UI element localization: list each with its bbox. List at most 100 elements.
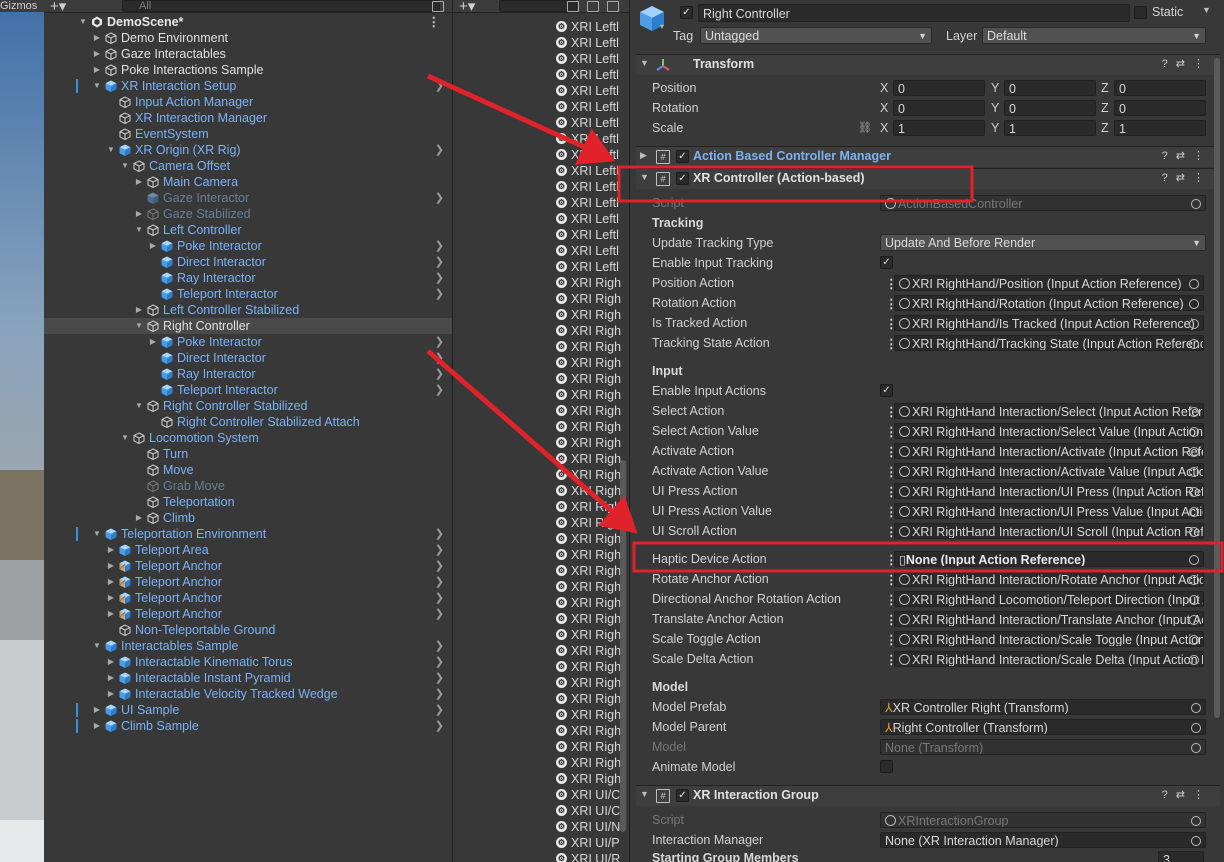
model-prefab-field[interactable]: ⅄XR Controller Right (Transform) — [880, 699, 1206, 715]
expand-down-arrow-icon[interactable]: ▼ — [92, 638, 102, 654]
action-reference-field[interactable]: XRI RightHand Interaction/Scale Toggle (… — [894, 631, 1204, 647]
project-asset-item[interactable]: ⚙ XRI Righ — [453, 355, 629, 371]
project-asset-item[interactable]: ⚙ XRI Righ — [453, 371, 629, 387]
filter-label-icon[interactable] — [587, 1, 599, 12]
enable-input-actions-checkbox[interactable]: ✓ — [880, 384, 893, 397]
expand-right-arrow-icon[interactable]: ▶ — [134, 302, 144, 318]
axis-label[interactable]: Z — [1101, 121, 1109, 135]
open-prefab-chevron-icon[interactable]: ❯ — [435, 286, 444, 302]
expand-right-arrow-icon[interactable]: ▶ — [134, 174, 144, 190]
hierarchy-item[interactable]: ▶ Left Controller Stabilized — [44, 302, 452, 318]
hierarchy-item[interactable]: ▼ Left Controller — [44, 222, 452, 238]
axis-label[interactable]: X — [880, 121, 888, 135]
expand-right-arrow-icon[interactable]: ▶ — [106, 654, 116, 670]
xr-controller-header[interactable]: ▼ # ✓ XR Controller (Action-based) ?⇄⋮ — [636, 168, 1220, 189]
expand-right-arrow-icon[interactable]: ▶ — [148, 334, 158, 350]
favorite-icon[interactable] — [607, 1, 619, 12]
hierarchy-item[interactable]: ▶ Teleport Anchor ❯ — [44, 590, 452, 606]
project-asset-item[interactable]: ⚙ XRI Righ — [453, 499, 629, 515]
project-asset-item[interactable]: ⚙ XRI Righ — [453, 723, 629, 739]
open-prefab-chevron-icon[interactable]: ❯ — [435, 718, 444, 734]
scale-z-field[interactable]: 1 — [1114, 120, 1206, 136]
expand-down-arrow-icon[interactable]: ▼ — [92, 78, 102, 94]
hierarchy-item[interactable]: ▼ Locomotion System — [44, 430, 452, 446]
project-asset-item[interactable]: ⚙ XRI Leftl — [453, 99, 629, 115]
tag-dropdown[interactable]: Untagged ▼ — [700, 27, 932, 44]
object-picker-icon[interactable] — [1189, 635, 1199, 645]
action-reference-field[interactable]: XRI RightHand/Tracking State (Input Acti… — [894, 335, 1204, 351]
expand-right-arrow-icon[interactable]: ▶ — [106, 590, 116, 606]
axis-label[interactable]: Y — [991, 121, 999, 135]
animate-model-checkbox[interactable] — [880, 760, 893, 773]
hierarchy-item[interactable]: ▶ Gaze Stabilized — [44, 206, 452, 222]
static-checkbox[interactable] — [1134, 6, 1147, 19]
hierarchy-item[interactable]: Direct Interactor ❯ — [44, 350, 452, 366]
project-asset-item[interactable]: ⚙ XRI Leftl — [453, 243, 629, 259]
static-dropdown-icon[interactable]: ▼ — [1202, 5, 1211, 15]
project-search-input[interactable] — [499, 0, 577, 12]
lock-icon[interactable] — [432, 1, 444, 12]
expand-right-arrow-icon[interactable]: ▶ — [92, 46, 102, 62]
project-asset-item[interactable]: ⚙ XRI Righ — [453, 403, 629, 419]
project-asset-item[interactable]: ⚙ XRI Leftl — [453, 35, 629, 51]
project-asset-item[interactable]: ⚙ XRI Leftl — [453, 83, 629, 99]
project-asset-item[interactable]: ⚙ XRI UI/C — [453, 803, 629, 819]
action-reference-field[interactable]: XRI RightHand/Rotation (Input Action Ref… — [894, 295, 1204, 311]
object-picker-icon[interactable] — [1189, 487, 1199, 497]
foldout-arrow-icon[interactable]: ▼ — [640, 172, 649, 182]
object-picker-icon[interactable] — [1189, 575, 1199, 585]
object-picker-icon[interactable] — [1189, 427, 1199, 437]
project-asset-item[interactable]: ⚙ XRI Righ — [453, 467, 629, 483]
expand-right-arrow-icon[interactable]: ▶ — [92, 30, 102, 46]
object-picker-icon[interactable] — [1189, 655, 1199, 665]
open-prefab-chevron-icon[interactable]: ❯ — [435, 574, 444, 590]
project-asset-item[interactable]: ⚙ XRI Righ — [453, 611, 629, 627]
action-reference-field[interactable]: XRI RightHand Interaction/Activate (Inpu… — [894, 443, 1204, 459]
haptic-device-action-field[interactable]: ▯None (Input Action Reference) — [894, 551, 1204, 567]
hierarchy-item[interactable]: ▶ Teleport Anchor ❯ — [44, 558, 452, 574]
expand-down-arrow-icon[interactable]: ▼ — [134, 398, 144, 414]
position-y-field[interactable]: 0 — [1004, 80, 1096, 96]
expand-right-arrow-icon[interactable]: ▶ — [92, 62, 102, 78]
project-asset-item[interactable]: ⚙ XRI UI/N — [453, 819, 629, 835]
action-reference-field[interactable]: XRI RightHand Interaction/Translate Anch… — [894, 611, 1204, 627]
expand-right-arrow-icon[interactable]: ▶ — [92, 702, 102, 718]
object-picker-icon[interactable] — [1189, 279, 1199, 289]
scale-x-field[interactable]: 1 — [893, 120, 985, 136]
project-asset-item[interactable]: ⚙ XRI Righ — [453, 755, 629, 771]
model-parent-field[interactable]: ⅄Right Controller (Transform) — [880, 719, 1206, 735]
foldout-arrow-icon[interactable]: ▼ — [640, 58, 649, 68]
foldout-arrow-icon[interactable]: ▶ — [640, 150, 647, 161]
enable-input-tracking-checkbox[interactable]: ✓ — [880, 256, 893, 269]
project-asset-item[interactable]: ⚙ XRI Leftl — [453, 179, 629, 195]
hierarchy-item[interactable]: Input Action Manager — [44, 94, 452, 110]
object-picker-icon[interactable] — [1191, 703, 1201, 713]
hierarchy-item[interactable]: Teleport Interactor ❯ — [44, 286, 452, 302]
hierarchy-item[interactable]: Grab Move — [44, 478, 452, 494]
object-picker-icon[interactable] — [1189, 467, 1199, 477]
project-asset-item[interactable]: ⚙ XRI Righ — [453, 563, 629, 579]
project-asset-item[interactable]: ⚙ XRI Leftl — [453, 51, 629, 67]
axis-label[interactable]: X — [880, 101, 888, 115]
object-picker-icon[interactable] — [1189, 407, 1199, 417]
component-tools-icons[interactable]: ?⇄⋮ — [1162, 57, 1212, 70]
hierarchy-item[interactable]: Non-Teleportable Ground — [44, 622, 452, 638]
position-x-field[interactable]: 0 — [893, 80, 985, 96]
axis-label[interactable]: Z — [1101, 101, 1109, 115]
project-asset-item[interactable]: ⚙ XRI Leftl — [453, 147, 629, 163]
object-picker-icon[interactable] — [1189, 555, 1199, 565]
project-asset-item[interactable]: ⚙ XRI Righ — [453, 547, 629, 563]
interaction-manager-field[interactable]: None (XR Interaction Manager) — [880, 832, 1206, 848]
hierarchy-item[interactable]: ▼ Right Controller — [44, 318, 452, 334]
hierarchy-item[interactable]: ▼ Teleportation Environment ❯ — [44, 526, 452, 542]
hierarchy-item[interactable]: EventSystem — [44, 126, 452, 142]
object-picker-icon[interactable] — [1189, 299, 1199, 309]
hierarchy-item[interactable]: ▶ Poke Interactions Sample — [44, 62, 452, 78]
expand-right-arrow-icon[interactable]: ▶ — [106, 686, 116, 702]
hierarchy-item[interactable]: ▶ Interactable Velocity Tracked Wedge ❯ — [44, 686, 452, 702]
hierarchy-item[interactable]: ▼ Right Controller Stabilized — [44, 398, 452, 414]
hierarchy-item[interactable]: ▶ Climb Sample ❯ — [44, 718, 452, 734]
project-asset-item[interactable]: ⚙ XRI Righ — [453, 675, 629, 691]
rotation-z-field[interactable]: 0 — [1114, 100, 1206, 116]
hierarchy-item[interactable]: Turn — [44, 446, 452, 462]
